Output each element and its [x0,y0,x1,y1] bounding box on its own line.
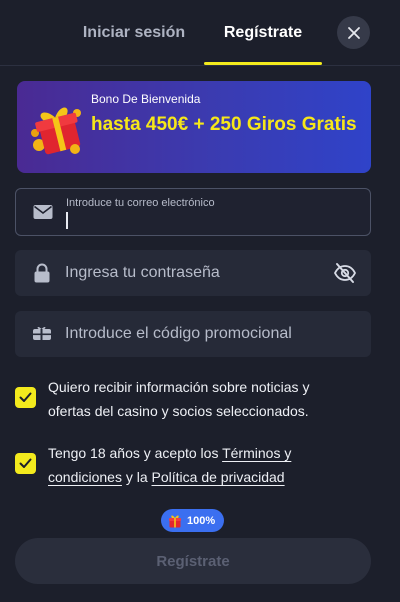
close-icon [347,26,360,39]
bonus-amount: hasta 450€ + 250 Giros Gratis [91,114,357,135]
email-input[interactable] [66,213,336,231]
password-field[interactable] [15,250,371,296]
bonus-subtitle: Bono De Bienvenida [91,92,201,106]
gift-icon [169,515,181,527]
gift-icon [31,107,81,155]
age-terms-prefix: Tengo 18 años y acepto los [48,445,223,461]
tab-register[interactable]: Regístrate [204,0,322,66]
tab-login[interactable]: Iniciar sesión [70,0,198,66]
completion-badge: 100% [161,509,225,532]
active-tab-indicator [204,62,322,65]
email-label: Introduce tu correo electrónico [66,197,215,209]
age-terms-middle: y la [121,469,152,485]
promo-code-field[interactable] [15,311,371,357]
age-terms-text: Tengo 18 años y acepto los Términos y co… [48,441,348,489]
age-terms-checkbox[interactable] [15,453,36,474]
mail-icon [32,201,54,223]
lock-icon [31,262,53,284]
check-icon [19,458,32,468]
registration-panel: Iniciar sesión Regístrate Bono De Bienve… [0,0,400,602]
register-submit-button[interactable]: Regístrate [15,538,371,584]
privacy-link[interactable]: Política de privacidad [152,469,285,485]
eye-off-icon[interactable] [333,261,357,285]
promo-code-input[interactable] [65,311,335,357]
welcome-bonus-banner: Bono De Bienvenida hasta 450€ + 250 Giro… [17,81,371,173]
close-button[interactable] [337,16,370,49]
news-consent-checkbox[interactable] [15,387,36,408]
ticket-icon [31,323,53,345]
email-field[interactable]: Introduce tu correo electrónico [15,188,371,236]
password-input[interactable] [65,250,335,296]
check-icon [19,392,32,402]
completion-percentage: 100% [187,514,216,527]
auth-tabs: Iniciar sesión Regístrate [0,0,400,66]
news-consent-text: Quiero recibir información sobre noticia… [48,379,310,419]
